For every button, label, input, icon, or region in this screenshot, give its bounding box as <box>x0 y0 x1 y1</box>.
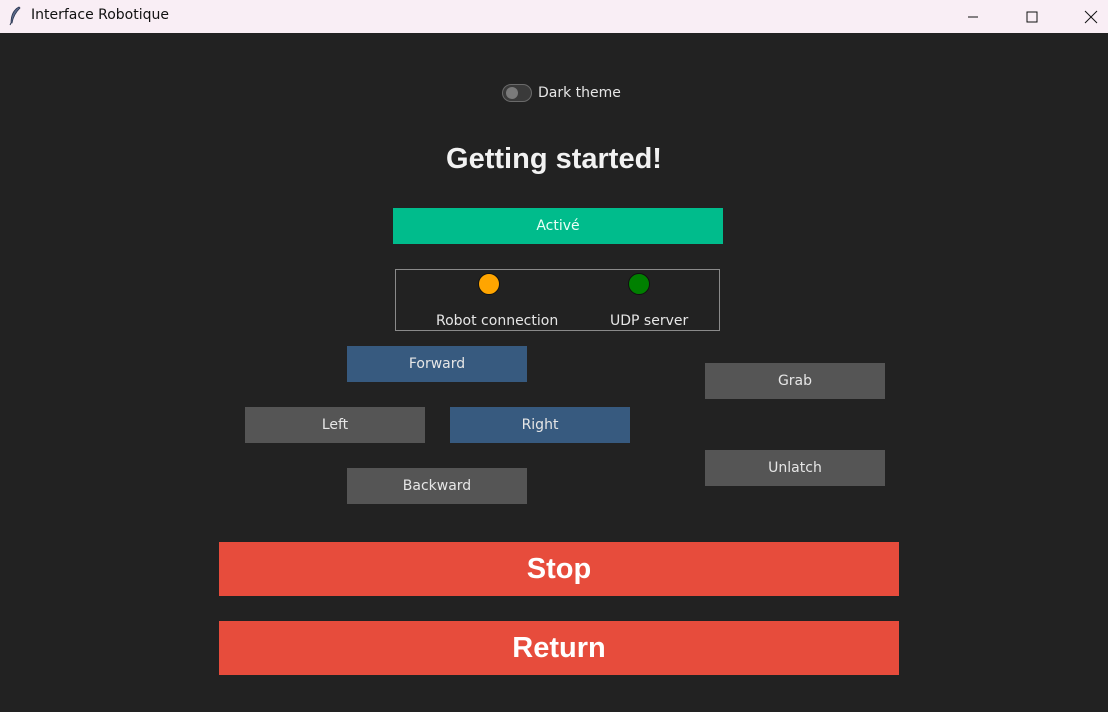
close-button[interactable] <box>1062 0 1108 33</box>
toggle-knob <box>506 87 518 99</box>
robot-connection-indicator <box>478 273 500 295</box>
backward-button[interactable]: Backward <box>347 468 527 504</box>
minimize-button[interactable] <box>944 0 1002 33</box>
maximize-button[interactable] <box>1003 0 1061 33</box>
toggle-switch[interactable] <box>502 84 532 102</box>
close-icon <box>1084 10 1098 23</box>
page-title: Getting started! <box>446 143 662 175</box>
left-button[interactable]: Left <box>245 407 425 443</box>
title-bar: Interface Robotique <box>0 0 1108 33</box>
minimize-icon <box>968 16 978 17</box>
robot-connection-label: Robot connection <box>436 313 559 329</box>
feather-icon <box>8 6 22 26</box>
window-title: Interface Robotique <box>31 7 169 23</box>
stop-button[interactable]: Stop <box>219 542 899 596</box>
activate-button[interactable]: Activé <box>393 208 723 244</box>
right-button[interactable]: Right <box>450 407 630 443</box>
dark-theme-toggle[interactable]: Dark theme <box>502 84 621 102</box>
app-window: Interface Robotique Dark theme Getting s… <box>0 0 1108 712</box>
status-indicators-panel: Robot connection UDP server <box>395 269 720 331</box>
unlatch-button[interactable]: Unlatch <box>705 450 885 486</box>
dark-theme-label: Dark theme <box>538 85 621 101</box>
return-button[interactable]: Return <box>219 621 899 675</box>
udp-server-indicator <box>628 273 650 295</box>
grab-button[interactable]: Grab <box>705 363 885 399</box>
forward-button[interactable]: Forward <box>347 346 527 382</box>
udp-server-label: UDP server <box>610 313 689 329</box>
maximize-icon <box>1026 11 1038 22</box>
